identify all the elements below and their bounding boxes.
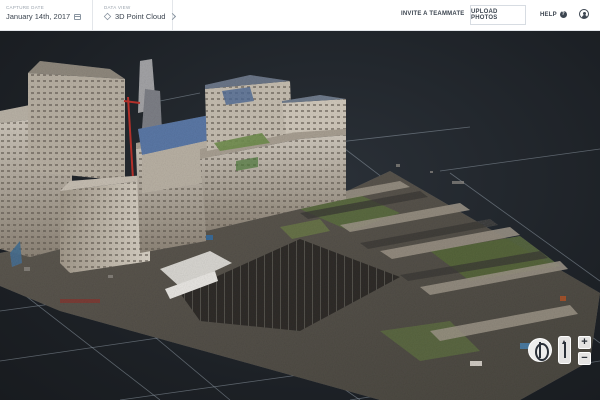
orbit-control-icon[interactable] xyxy=(528,338,552,362)
help-label: HELP xyxy=(540,12,557,19)
capture-date-value-wrap: January 14th, 2017 xyxy=(6,12,82,21)
capture-date-label: CAPTURE DATE xyxy=(6,5,45,10)
help-link[interactable]: HELP? xyxy=(540,11,567,18)
calendar-icon xyxy=(74,13,82,20)
invite-teammate-link[interactable]: INVITE A TEAMMATE xyxy=(401,11,465,17)
data-view-value-wrap: 3D Point Cloud xyxy=(103,12,177,21)
cube-icon xyxy=(103,12,112,21)
zoom-out-button[interactable]: − xyxy=(578,352,591,365)
capture-date-value: January 14th, 2017 xyxy=(6,12,71,21)
app-root: CAPTURE DATE January 14th, 2017 DATA VIE… xyxy=(0,0,600,400)
pan-control-icon[interactable] xyxy=(558,336,571,364)
point-cloud-scene xyxy=(0,59,600,400)
building-center-left xyxy=(60,175,150,273)
point-cloud-viewport[interactable]: + − xyxy=(0,31,600,400)
zoom-in-button[interactable]: + xyxy=(578,336,591,349)
data-view-label: DATA VIEW xyxy=(104,5,131,10)
data-view-selector[interactable]: DATA VIEW 3D Point Cloud xyxy=(98,0,177,30)
capture-date-selector[interactable]: CAPTURE DATE January 14th, 2017 xyxy=(0,0,93,30)
top-bar: CAPTURE DATE January 14th, 2017 DATA VIE… xyxy=(0,0,600,31)
chevron-right-icon xyxy=(169,12,177,21)
upload-photos-button[interactable]: UPLOAD PHOTOS xyxy=(470,5,526,25)
help-icon: ? xyxy=(559,11,567,18)
data-view-value: 3D Point Cloud xyxy=(115,12,166,21)
user-account-icon[interactable] xyxy=(579,9,589,19)
